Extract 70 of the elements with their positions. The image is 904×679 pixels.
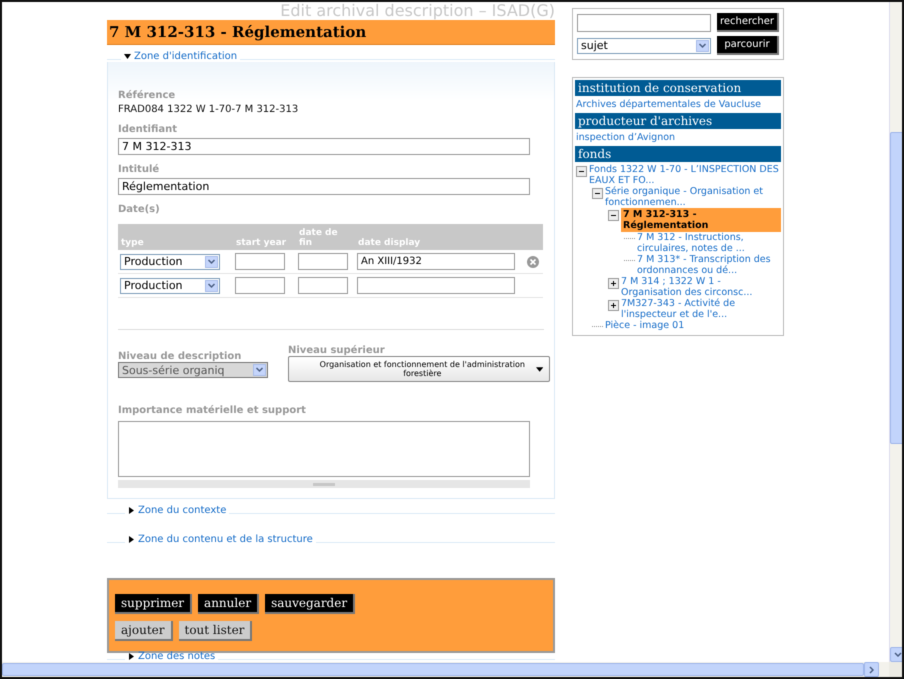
- triangle-down-icon: [124, 53, 131, 60]
- collapse-toggle[interactable]: [592, 188, 603, 199]
- section-toggle-link[interactable]: Zone des notes: [125, 651, 218, 662]
- type-select[interactable]: Production: [120, 254, 220, 270]
- section-toggle-link[interactable]: Zone du contexte: [125, 505, 230, 516]
- action-button[interactable]: supprimer: [115, 594, 192, 614]
- tree-item[interactable]: 7 M 312-313 - Réglementation: [621, 208, 781, 232]
- section-heading: producteur d'archives: [575, 113, 781, 129]
- minus-icon: [610, 212, 617, 219]
- type-select[interactable]: Production: [120, 278, 220, 294]
- parent-level-dropdown[interactable]: Organisation et fonctionnement de l'administration forestière: [288, 356, 550, 382]
- input-field[interactable]: [357, 277, 515, 294]
- input-field[interactable]: An XIII/1932: [357, 253, 515, 270]
- field-label: Niveau supérieur: [288, 345, 386, 356]
- minus-icon: [594, 190, 601, 197]
- tree-item[interactable]: Pièce - image 01: [605, 320, 684, 331]
- section-toggle-link[interactable]: Zone d'identification: [121, 51, 240, 62]
- field-label: Niveau de description: [118, 351, 242, 362]
- plus-icon: [610, 302, 617, 309]
- text-area[interactable]: [118, 421, 530, 477]
- field-label: Intitulé: [118, 164, 160, 175]
- record-title: 7 M 312-313 - Réglementation: [107, 20, 555, 45]
- triangle-right-icon: [128, 536, 135, 542]
- field-label: Identifiant: [118, 124, 178, 135]
- resize-handle[interactable]: [118, 480, 530, 488]
- field-label: Date(s): [118, 204, 161, 215]
- action-button[interactable]: ajouter: [115, 621, 172, 641]
- scroll-down-icon[interactable]: [894, 652, 902, 657]
- tree-item[interactable]: 7 M 314 ; 1322 W 1 - Organisation des circonsc...: [621, 276, 781, 298]
- input-field[interactable]: Réglementation: [118, 178, 530, 195]
- collapse-toggle[interactable]: [576, 166, 587, 177]
- input-field[interactable]: [235, 253, 285, 270]
- tree-item[interactable]: 7 M 313* - Transcription des ordonnances ou dé...: [637, 254, 781, 276]
- section-heading: institution de conservation: [575, 80, 781, 96]
- context-link[interactable]: Archives départementales de Vaucluse: [575, 98, 781, 111]
- input-field[interactable]: 7 M 312-313: [118, 138, 530, 155]
- header-cell: [525, 224, 543, 250]
- expand-toggle[interactable]: [608, 300, 619, 311]
- scroll-right-icon[interactable]: [869, 666, 874, 674]
- action-button[interactable]: tout lister: [178, 621, 252, 641]
- expand-toggle[interactable]: [608, 278, 619, 289]
- horizontal-scrollbar[interactable]: [2, 662, 889, 677]
- minus-icon: [578, 168, 585, 175]
- filter-select[interactable]: sujet: [577, 38, 711, 54]
- context-link[interactable]: inspection d’Avignon: [575, 131, 781, 144]
- action-button[interactable]: annuler: [198, 594, 260, 614]
- tree-item[interactable]: 7 M 312 - Instructions, circulaires, notes de ...: [637, 232, 781, 254]
- action-button[interactable]: sauvegarder: [265, 594, 356, 614]
- remove-icon[interactable]: [527, 256, 539, 268]
- search-field[interactable]: [577, 14, 711, 32]
- section-toggle-link[interactable]: Zone du contenu et de la structure: [125, 534, 316, 544]
- collapse-toggle[interactable]: [608, 210, 619, 221]
- tree-item[interactable]: 7M327-343 - Activité de l'inspecteur et de l'e...: [621, 298, 781, 320]
- scrollbar-corner: [889, 662, 902, 677]
- input-field[interactable]: [235, 277, 285, 294]
- browse-button[interactable]: parcourir: [716, 36, 779, 55]
- plus-icon: [610, 280, 617, 287]
- search-button[interactable]: rechercher: [716, 13, 779, 32]
- tree-item[interactable]: Fonds 1322 W 1-70 - L’INSPECTION DES EAUX ET FO...: [589, 164, 781, 186]
- field-label: Importance matérielle et support: [118, 405, 307, 416]
- triangle-right-icon: [128, 507, 135, 514]
- tree-item[interactable]: Série organique - Organisation et fonctionnemen...: [605, 186, 781, 208]
- input-field[interactable]: [298, 277, 348, 294]
- triangle-right-icon: [128, 653, 135, 660]
- reference-value: FRAD084 1322 W 1-70-7 M 312-313: [118, 104, 300, 115]
- vertical-scrollbar[interactable]: [889, 2, 902, 662]
- input-field[interactable]: [298, 253, 348, 270]
- section-heading: fonds: [575, 146, 781, 162]
- caret-icon: [536, 366, 543, 372]
- field-label: Référence: [118, 90, 176, 101]
